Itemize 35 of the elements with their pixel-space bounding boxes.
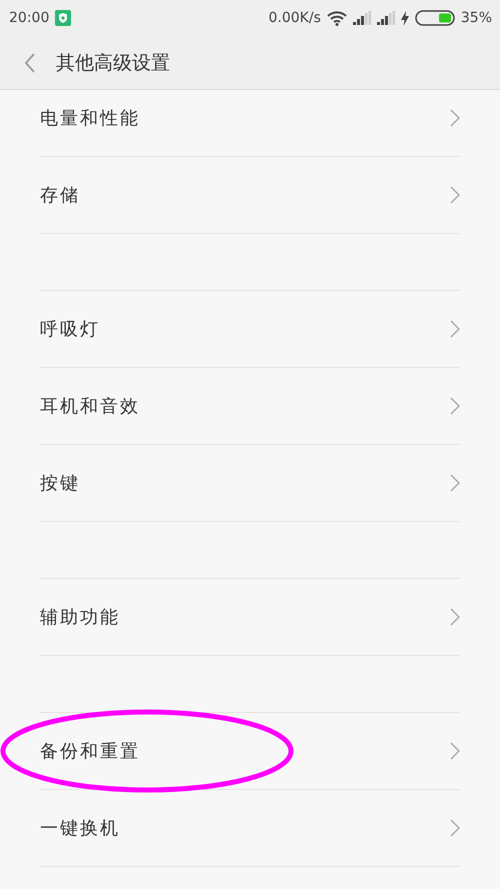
item-label: 按键 — [40, 472, 80, 495]
chevron-icon — [450, 397, 460, 415]
item-label: 电量和性能 — [40, 107, 140, 130]
chevron-icon — [450, 186, 460, 204]
settings-item[interactable]: 呼吸灯 — [40, 291, 460, 368]
network-speed: 0.00K/s — [268, 10, 321, 26]
status-time: 20:00 — [9, 10, 50, 26]
back-icon[interactable] — [24, 52, 36, 72]
settings-item[interactable]: 一键换机 — [40, 790, 460, 867]
battery-icon — [414, 10, 455, 26]
settings-item[interactable]: 备份和重置 — [40, 713, 460, 790]
shield-icon — [55, 10, 72, 26]
item-label: 一键换机 — [40, 817, 120, 840]
chevron-icon — [450, 742, 460, 760]
settings-item[interactable]: 电量和性能 — [40, 90, 460, 157]
chevron-icon — [450, 109, 460, 127]
item-label: 辅助功能 — [40, 606, 120, 629]
signal-icon — [352, 11, 371, 25]
settings-item[interactable]: 按键 — [40, 445, 460, 522]
settings-item[interactable]: 耳机和音效 — [40, 368, 460, 445]
chevron-icon — [450, 608, 460, 626]
wifi-icon — [326, 10, 347, 26]
chevron-icon — [450, 819, 460, 837]
settings-item[interactable]: 存储 — [40, 157, 460, 234]
battery-percent: 35% — [460, 10, 492, 26]
item-label: 呼吸灯 — [40, 318, 100, 341]
item-label: 耳机和音效 — [40, 395, 140, 418]
charging-icon — [400, 10, 409, 26]
signal-icon — [376, 11, 395, 25]
chevron-icon — [450, 320, 460, 338]
settings-item[interactable]: 辅助功能 — [40, 579, 460, 656]
chevron-icon — [450, 474, 460, 492]
item-label: 备份和重置 — [40, 740, 140, 763]
item-label: 存储 — [40, 184, 80, 207]
page-title: 其他高级设置 — [56, 50, 170, 76]
